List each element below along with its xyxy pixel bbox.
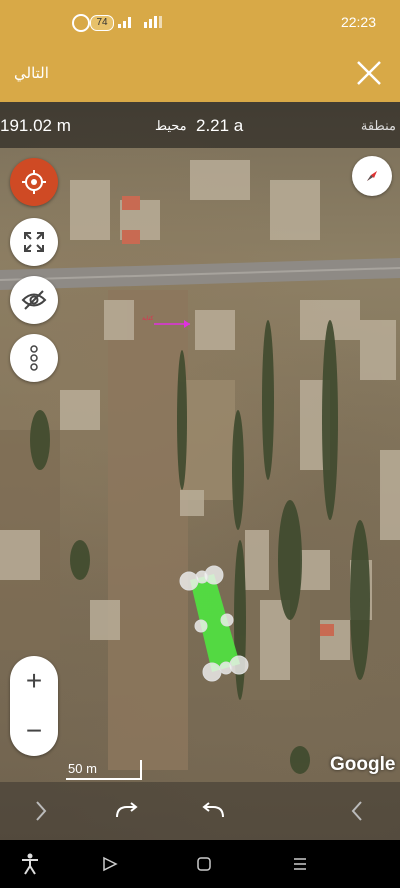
back-triangle-icon [103,856,118,872]
field-plot [180,380,235,500]
redo-icon [116,802,138,818]
measurement-bar: 191.02 m محيط 2.21 a منطقة [0,102,400,148]
undo-icon [202,802,224,818]
vertex-handle [202,662,222,682]
hide-layer-button[interactable] [10,276,58,324]
perimeter-label: محيط [155,118,187,133]
chevron-left-icon [351,801,362,821]
locate-button[interactable] [10,158,58,206]
more-vertical-icon [30,345,38,371]
close-icon[interactable] [354,58,384,88]
recents-lines-icon [294,858,306,870]
zoom-out-button[interactable]: − [10,706,58,756]
expand-button[interactable] [10,218,58,266]
undo-button[interactable] [196,794,230,828]
system-back-button[interactable] [98,852,122,876]
perimeter-value: 2.21 a [196,116,244,135]
whatsapp-icon [72,14,90,32]
system-recents-button[interactable] [288,852,312,876]
accessibility-icon [22,853,38,875]
vertex-handle-mid [195,570,209,584]
zoom-control: + − [10,656,58,756]
google-logo: Google [330,754,396,775]
compass-icon [367,171,377,181]
expand-icon [24,232,44,252]
battery-icon: 74 [90,15,114,31]
next-button[interactable]: التالي [14,64,49,82]
red-roof [122,230,140,244]
chevron-right-icon [36,801,47,821]
wifi-icon [144,16,162,28]
edit-action-bar [0,782,400,840]
back-button[interactable] [340,794,374,828]
zoom-in-button[interactable]: + [10,656,58,706]
map-scale: 50 m [66,760,142,780]
area-label: منطقة [360,118,396,133]
vertex-handle-mid [219,661,233,675]
compass-button[interactable] [352,156,392,196]
more-options-button[interactable] [10,334,58,382]
vertex-handle [179,571,199,591]
vertex-handle [229,655,249,675]
accessibility-button[interactable] [18,852,42,876]
system-nav-bar [0,840,400,888]
field-strip [108,290,188,770]
scale-label: 50 m [68,761,97,776]
vertex-handle-mid [194,619,208,633]
home-square-icon [197,857,211,871]
red-roof [122,196,140,210]
area-value: 191.02 m [0,116,71,135]
forward-button[interactable] [24,794,58,828]
redo-button[interactable] [110,794,144,828]
signal-icon [118,17,131,28]
system-home-button[interactable] [192,852,216,876]
status-bar: 74 22:23 [0,0,400,44]
map-annotation-text: ﻛﺘﺎﺑﺔ [142,315,154,322]
top-header: التالي [0,44,400,102]
clock: 22:23 [340,14,376,30]
vertex-handle-mid [220,613,234,627]
eye-off-icon [21,290,47,310]
red-roof [320,624,334,636]
crosshair-icon [22,170,46,194]
